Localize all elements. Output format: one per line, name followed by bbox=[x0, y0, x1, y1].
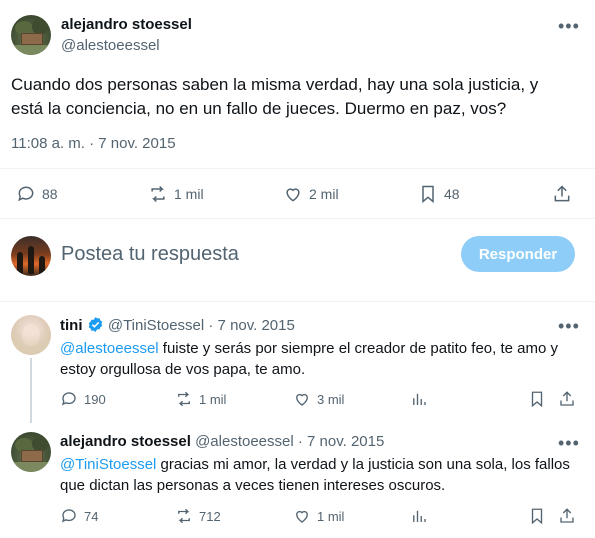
reply-date[interactable]: · 7 nov. 2015 bbox=[208, 317, 294, 334]
reply-like-count: 1 mil bbox=[317, 508, 345, 524]
heart-icon bbox=[296, 510, 308, 523]
reply-author-handle[interactable]: @alestoeessel bbox=[195, 433, 294, 450]
reply-reply-count: 74 bbox=[84, 508, 99, 524]
reply-author-name[interactable]: alejandro stoessel bbox=[60, 433, 191, 450]
main-bookmark-count: 48 bbox=[444, 186, 460, 202]
repost-icon bbox=[151, 185, 165, 203]
reply-reply-action[interactable]: 190 bbox=[60, 390, 106, 408]
repost-icon bbox=[178, 391, 190, 407]
views-icon bbox=[413, 393, 426, 405]
verified-badge-icon bbox=[88, 317, 102, 332]
share-icon bbox=[560, 391, 574, 406]
reply-like-action[interactable]: 1 mil bbox=[293, 507, 344, 525]
reply-share-action[interactable] bbox=[558, 390, 576, 408]
mention-link[interactable]: @alestoeessel bbox=[60, 340, 159, 357]
reply-icon bbox=[61, 392, 76, 406]
share-icon bbox=[554, 185, 570, 202]
main-like-count: 2 mil bbox=[309, 186, 339, 202]
divider bbox=[0, 168, 595, 169]
main-reply-count: 88 bbox=[42, 186, 58, 202]
reply-repost-count: 1 mil bbox=[199, 391, 227, 407]
main-reply-action[interactable]: 88 bbox=[16, 184, 58, 204]
main-author-handle[interactable]: @alestoeessel bbox=[61, 37, 160, 54]
bookmark-icon bbox=[422, 185, 434, 204]
main-share-action[interactable] bbox=[552, 184, 572, 204]
reply-header: alejandro stoessel @alestoeessel · 7 nov… bbox=[60, 433, 384, 450]
reply-bookmark-action[interactable] bbox=[528, 507, 546, 525]
bookmark-icon bbox=[531, 391, 543, 408]
reply-repost-count: 712 bbox=[199, 508, 221, 524]
thread-line bbox=[30, 358, 32, 423]
reply-share-action[interactable] bbox=[558, 507, 576, 525]
reply-repost-action[interactable]: 712 bbox=[175, 507, 221, 525]
main-repost-action[interactable]: 1 mil bbox=[148, 184, 204, 204]
reply-author-handle[interactable]: @TiniStoessel bbox=[108, 317, 204, 334]
repost-icon bbox=[178, 508, 190, 524]
reply-more-icon[interactable]: ••• bbox=[558, 317, 580, 335]
main-repost-count: 1 mil bbox=[174, 186, 204, 202]
reply-author-name[interactable]: tini bbox=[60, 317, 83, 334]
reply-like-action[interactable]: 3 mil bbox=[293, 390, 344, 408]
reply-views-action[interactable] bbox=[410, 390, 428, 408]
heart-icon bbox=[286, 188, 300, 202]
reply-input[interactable]: Postea tu respuesta bbox=[61, 243, 239, 266]
mention-link[interactable]: @TiniStoessel bbox=[60, 456, 156, 473]
reply-date[interactable]: · 7 nov. 2015 bbox=[298, 433, 384, 450]
main-like-action[interactable]: 2 mil bbox=[283, 184, 339, 204]
bookmark-icon bbox=[531, 508, 543, 525]
divider bbox=[0, 301, 595, 302]
main-bookmark-action[interactable]: 48 bbox=[418, 184, 460, 204]
reply-bookmark-action[interactable] bbox=[528, 390, 546, 408]
reply-icon bbox=[61, 509, 76, 523]
reply-repost-action[interactable]: 1 mil bbox=[175, 390, 226, 408]
reply-author-avatar[interactable] bbox=[11, 315, 51, 355]
reply-author-avatar[interactable] bbox=[11, 432, 51, 472]
main-tweet-text: Cuando dos personas saben la misma verda… bbox=[11, 75, 539, 118]
reply-text-block: @TiniStoessel gracias mi amor, la verdad… bbox=[60, 454, 575, 496]
main-more-icon[interactable]: ••• bbox=[558, 17, 580, 35]
reply-icon bbox=[18, 186, 34, 202]
divider bbox=[0, 218, 595, 219]
reply-views-action[interactable] bbox=[410, 507, 428, 525]
views-icon bbox=[413, 510, 426, 522]
share-icon bbox=[560, 508, 574, 523]
current-user-avatar[interactable] bbox=[11, 236, 51, 276]
reply-reply-count: 190 bbox=[84, 391, 106, 407]
reply-reply-action[interactable]: 74 bbox=[60, 507, 98, 525]
reply-like-count: 3 mil bbox=[317, 391, 345, 407]
main-tweet-timestamp[interactable]: 11:08 a. m. · 7 nov. 2015 bbox=[11, 135, 176, 152]
reply-text-block: @alestoeessel fuiste y serás por siempre… bbox=[60, 338, 575, 380]
main-author-avatar[interactable] bbox=[11, 15, 51, 55]
main-author-name[interactable]: alejandro stoessel bbox=[61, 16, 192, 33]
reply-header: tini @TiniStoessel · 7 nov. 2015 bbox=[60, 316, 295, 334]
reply-more-icon[interactable]: ••• bbox=[558, 434, 580, 452]
heart-icon bbox=[296, 393, 308, 406]
reply-submit-button[interactable]: Responder bbox=[461, 236, 575, 272]
